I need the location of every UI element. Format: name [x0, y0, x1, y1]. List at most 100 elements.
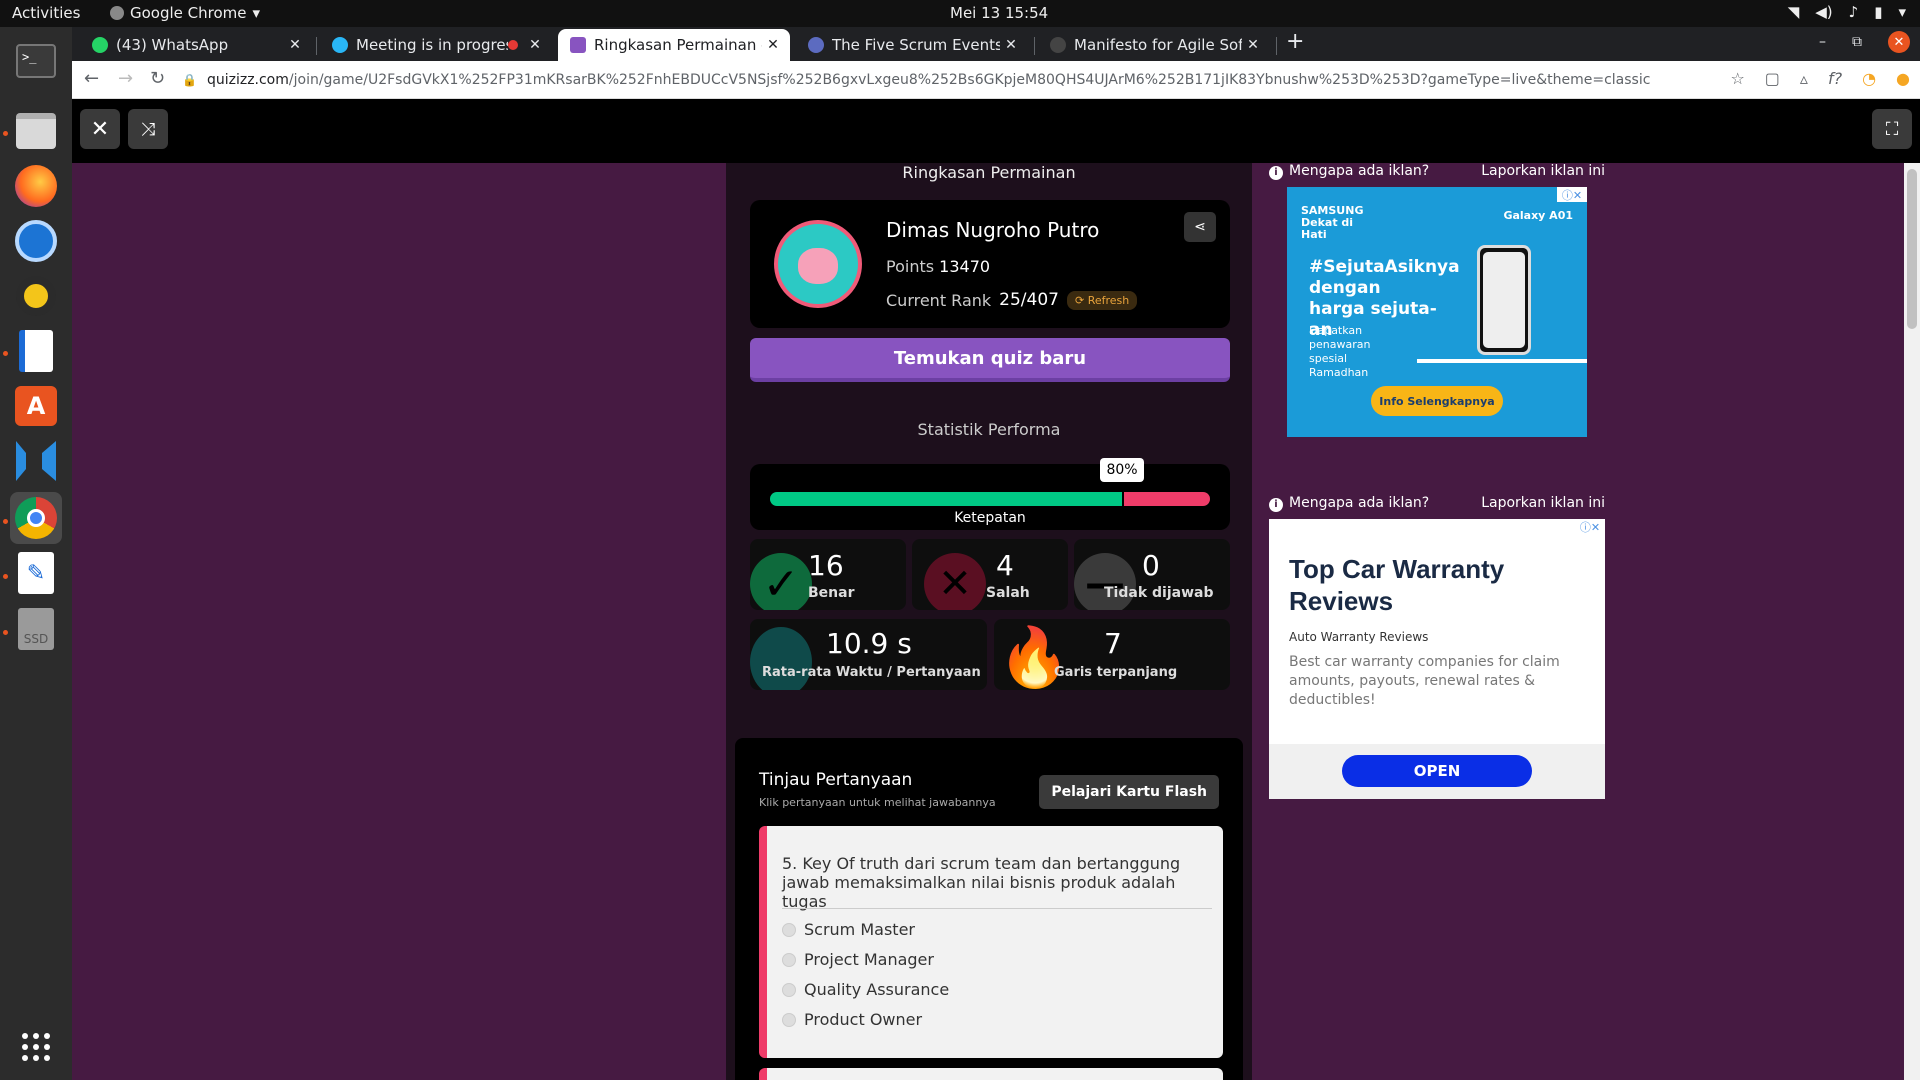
adchoices-icon[interactable]: ⓘ✕ — [1557, 187, 1587, 202]
question-card[interactable]: 5. Key Of truth dari scrum team dan bert… — [759, 826, 1223, 1058]
software-icon[interactable]: A — [10, 380, 62, 432]
new-tab-icon[interactable]: + — [1286, 29, 1304, 54]
find-new-quiz-button[interactable]: Temukan quiz baru — [750, 338, 1230, 382]
terminal-icon[interactable]: >_ — [10, 35, 62, 87]
ad-open-button[interactable]: OPEN — [1342, 755, 1532, 787]
radio-icon — [782, 1012, 796, 1027]
activities-button[interactable]: Activities — [12, 4, 80, 22]
answer-option[interactable]: Scrum Master — [782, 920, 915, 939]
bookmark-star-icon[interactable]: ☆ — [1730, 69, 1744, 88]
extension-icon[interactable]: ▢ — [1765, 69, 1780, 88]
samsung-ad[interactable]: SAMSUNG Dekat di Hati Galaxy A01 #Sejuta… — [1287, 187, 1587, 437]
minimize-icon[interactable]: – — [1819, 34, 1826, 50]
files-icon[interactable] — [10, 105, 62, 157]
rank: Current Rank 25/407 ⟳ Refresh — [886, 290, 1138, 310]
back-icon[interactable]: ← — [84, 68, 99, 89]
answer-option[interactable]: Product Owner — [782, 1010, 922, 1029]
tab-agile-manifesto[interactable]: Manifesto for Agile Softw ✕ — [1038, 29, 1270, 61]
radio-icon — [782, 952, 796, 967]
radio-icon — [782, 982, 796, 997]
running-indicator — [3, 630, 8, 635]
app-menu[interactable]: Google Chrome ▾ — [110, 4, 260, 22]
phone-image — [1477, 245, 1531, 355]
close-icon: ✕ — [90, 116, 110, 142]
ad-text: Dapatkan penawaran spesial Ramadhan — [1309, 324, 1371, 379]
scrollbar-thumb[interactable] — [1907, 169, 1917, 329]
firefox-icon[interactable] — [10, 160, 62, 212]
review-title: Tinjau Pertanyaan — [759, 770, 913, 790]
system-tray[interactable]: ◥ ◀) ♪ ▮ ▾ — [1788, 3, 1906, 21]
points-label: Points — [886, 257, 935, 276]
running-indicator — [3, 131, 8, 136]
avg-time-value: 10.9 s — [826, 627, 912, 660]
fullscreen-button[interactable]: ⛶ — [1872, 109, 1912, 149]
car-warranty-ad[interactable]: ⓘ✕ Top Car Warranty Reviews Auto Warrant… — [1269, 519, 1605, 799]
accuracy-card: 80% Ketepatan — [750, 458, 1230, 530]
refresh-label: Refresh — [1087, 293, 1130, 307]
close-window-icon[interactable]: ✕ — [1888, 31, 1910, 53]
formula-extension-icon[interactable]: f? — [1828, 69, 1842, 88]
answer-option[interactable]: Quality Assurance — [782, 980, 949, 999]
question-card[interactable] — [759, 1068, 1223, 1080]
chrome-small-icon — [110, 6, 124, 20]
profile-alert-icon[interactable]: ● — [1896, 69, 1910, 88]
correct-stat: ✓ 16 Benar — [750, 539, 906, 610]
divider — [782, 908, 1212, 909]
wifi-icon: ◥ — [1787, 3, 1800, 21]
ad-info-bar: i Mengapa ada iklan? Laporkan iklan ini — [1269, 163, 1605, 180]
unanswered-label: Tidak dijawab — [1104, 585, 1214, 601]
player-name: Dimas Nugroho Putro — [886, 218, 1100, 242]
tab-whatsapp[interactable]: (43) WhatsApp ✕ — [80, 29, 312, 61]
close-tab-icon[interactable]: ✕ — [524, 37, 546, 53]
accuracy-bar-correct — [770, 492, 1122, 506]
refresh-button[interactable]: ⟳ Refresh — [1066, 290, 1138, 310]
close-tab-icon[interactable]: ✕ — [1242, 37, 1264, 53]
why-ads-link[interactable]: i Mengapa ada iklan? — [1269, 495, 1429, 512]
shuffle-button[interactable]: ⤨ — [128, 109, 168, 149]
share-button[interactable]: ⋖ — [1184, 212, 1216, 242]
page-scrollbar[interactable] — [1904, 163, 1920, 1080]
report-ad-link[interactable]: Laporkan iklan ini — [1481, 163, 1605, 180]
url-host: quizizz.com — [206, 72, 289, 88]
tab-title: (43) WhatsApp — [116, 36, 229, 54]
adchoices-icon[interactable]: ⓘ✕ — [1575, 519, 1605, 534]
chrome-icon[interactable] — [10, 492, 62, 544]
extension-icon[interactable]: ▵ — [1800, 69, 1808, 88]
rhythmbox-icon[interactable] — [10, 270, 62, 322]
close-tab-icon[interactable]: ✕ — [284, 37, 306, 53]
tab-quizizz[interactable]: Ringkasan Permainan - Quizizz ✕ — [558, 29, 790, 61]
close-quiz-button[interactable]: ✕ — [80, 109, 120, 149]
ad-cta-button[interactable]: Info Selengkapnya — [1371, 386, 1503, 416]
why-ads-label: Mengapa ada iklan? — [1289, 163, 1430, 179]
forward-icon[interactable]: → — [118, 68, 133, 89]
text-editor-icon[interactable]: ✎ — [10, 547, 62, 599]
tab-meeting[interactable]: Meeting is in progress ✕ — [320, 29, 552, 61]
review-subtitle: Klik pertanyaan untuk melihat jawabannya — [759, 796, 996, 809]
show-apps-icon[interactable] — [10, 1021, 62, 1073]
meet-icon — [332, 37, 348, 53]
tab-title: Ringkasan Permainan - Quizizz — [594, 36, 762, 54]
flashcards-button[interactable]: Pelajari Kartu Flash — [1039, 775, 1219, 809]
close-tab-icon[interactable]: ✕ — [1000, 37, 1022, 53]
ssd-drive-icon[interactable]: SSD — [10, 603, 62, 655]
restore-icon[interactable]: ⧉ — [1852, 34, 1862, 50]
dash-icon: — — [1074, 553, 1136, 610]
rank-label: Current Rank — [886, 290, 992, 310]
ad-info-bar: i Mengapa ada iklan? Laporkan iklan ini — [1269, 495, 1605, 512]
clock[interactable]: Mei 13 15:54 — [950, 4, 1048, 22]
ssd-label: SSD — [18, 608, 54, 650]
tab-scrum-events[interactable]: The Five Scrum Events - Th ✕ — [796, 29, 1028, 61]
report-ad-link[interactable]: Laporkan iklan ini — [1481, 495, 1605, 512]
answer-option[interactable]: Project Manager — [782, 950, 934, 969]
vscode-icon[interactable] — [10, 435, 62, 487]
close-tab-icon[interactable]: ✕ — [762, 37, 784, 53]
avatar — [774, 220, 862, 308]
extension-icon[interactable]: ◔ — [1862, 69, 1876, 88]
tab-separator — [1034, 37, 1035, 55]
why-ads-link[interactable]: i Mengapa ada iklan? — [1269, 163, 1429, 180]
writer-icon[interactable] — [10, 325, 62, 377]
thunderbird-icon[interactable] — [10, 215, 62, 267]
address-bar[interactable]: 🔒 quizizz.com /join/game/U2FsdGVkX1%252F… — [182, 65, 1832, 95]
reload-icon[interactable]: ↻ — [150, 68, 165, 89]
fullscreen-icon: ⛶ — [1885, 118, 1899, 140]
